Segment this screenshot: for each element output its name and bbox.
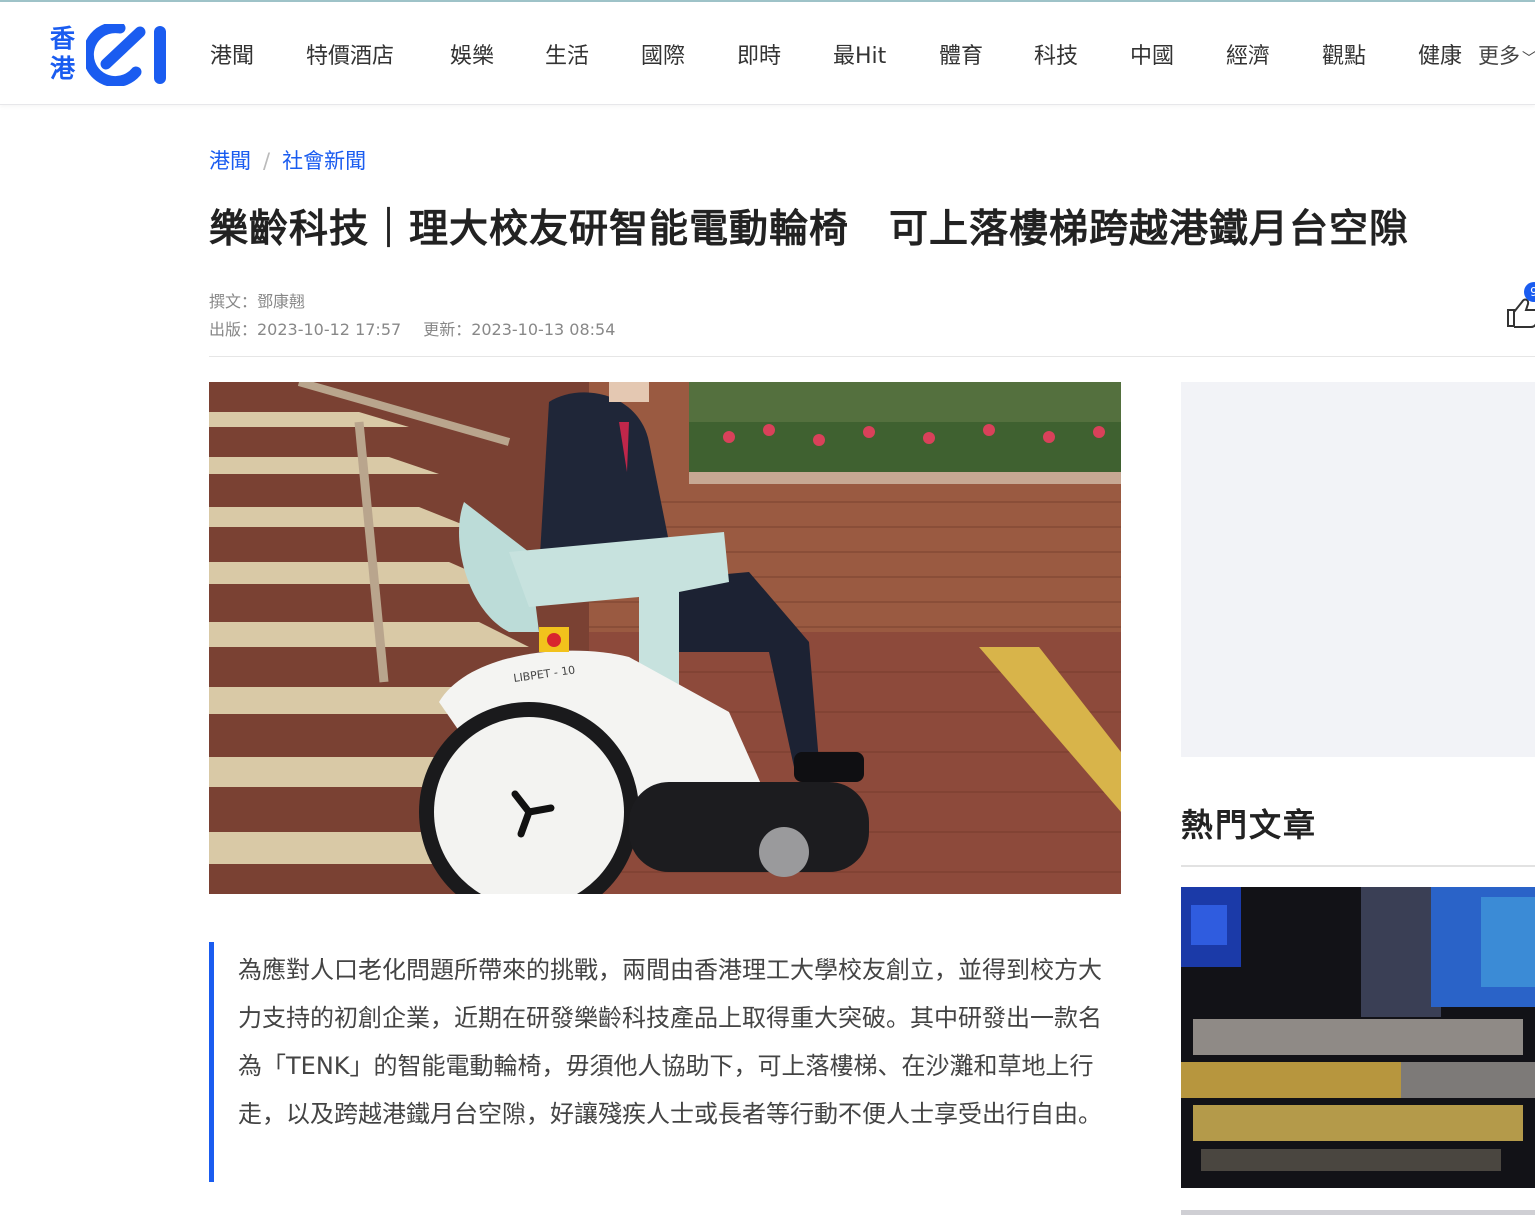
breadcrumb-separator: /	[263, 149, 271, 173]
logo-char-1: 香	[50, 24, 76, 53]
article-author[interactable]: 撰文：鄧康翹	[209, 288, 305, 312]
nav-more-button[interactable]: 更多 ﹀	[1476, 40, 1535, 70]
nav-item-health[interactable]: 健康	[1418, 38, 1462, 70]
nav-item-entertainment[interactable]: 娛樂	[450, 38, 494, 70]
nav-item-sports[interactable]: 體育	[939, 38, 983, 70]
nav-item-tech[interactable]: 科技	[1034, 38, 1078, 70]
nav-item-international[interactable]: 國際	[641, 38, 685, 70]
sidebar-ad[interactable]	[1181, 382, 1535, 757]
hot-article-thumbnail[interactable]	[1181, 887, 1535, 1188]
hot-articles-title: 熱門文章	[1181, 806, 1318, 844]
logo-char-2: 港	[50, 54, 76, 83]
nav-more-label: 更多	[1478, 44, 1520, 68]
header-divider	[209, 356, 1535, 357]
nav-item-instant[interactable]: 即時	[737, 38, 781, 70]
hero-illustration: LIBPET - 10	[209, 382, 1121, 894]
hot-articles-underline	[1181, 865, 1535, 867]
nav-item-economy[interactable]: 經濟	[1226, 38, 1270, 70]
site-logo[interactable]: 香 港	[50, 24, 170, 86]
nav-item-hit[interactable]: 最Hit	[833, 38, 886, 70]
site-header: 香 港 港聞 特價酒店 娛樂 生活 國際 即時 最Hit 體育 科技 中國 經濟…	[0, 2, 1535, 105]
article-dates: 出版：2023-10-12 17:57 更新：2023-10-13 08:54	[209, 316, 615, 340]
update-time: 更新：2023-10-13 08:54	[423, 320, 616, 339]
article-title: 樂齡科技｜理大校友研智能電動輪椅 可上落樓梯跨越港鐵月台空隙	[209, 207, 1410, 252]
publish-time: 出版：2023-10-12 17:57	[209, 320, 402, 339]
hot-article-next-thumbnail[interactable]	[1181, 1210, 1535, 1215]
like-button[interactable]: 9	[1503, 282, 1535, 328]
logo-01-icon	[86, 24, 166, 86]
nav-item-news[interactable]: 港聞	[210, 38, 254, 70]
nav-item-china[interactable]: 中國	[1130, 38, 1174, 70]
nav-item-opinion[interactable]: 觀點	[1322, 38, 1366, 70]
breadcrumb: 港聞 / 社會新聞	[209, 145, 366, 175]
article-hero-image[interactable]: LIBPET - 10	[209, 382, 1121, 894]
logo-wordmark: 香 港	[50, 24, 84, 84]
chevron-down-icon: ﹀	[1522, 51, 1535, 67]
breadcrumb-social-news-link[interactable]: 社會新聞	[282, 149, 366, 173]
main-nav: 港聞 特價酒店 娛樂 生活 國際 即時 最Hit 體育 科技 中國 經濟 觀點 …	[210, 2, 1535, 104]
breadcrumb-news-link[interactable]: 港聞	[209, 149, 251, 173]
pixelated-thumbnail	[1181, 887, 1535, 1188]
nav-item-life[interactable]: 生活	[545, 38, 589, 70]
article-lead: 為應對人口老化問題所帶來的挑戰，兩間由香港理工大學校友創立，並得到校方大力支持的…	[209, 942, 1121, 1182]
nav-item-hotels[interactable]: 特價酒店	[306, 38, 394, 70]
